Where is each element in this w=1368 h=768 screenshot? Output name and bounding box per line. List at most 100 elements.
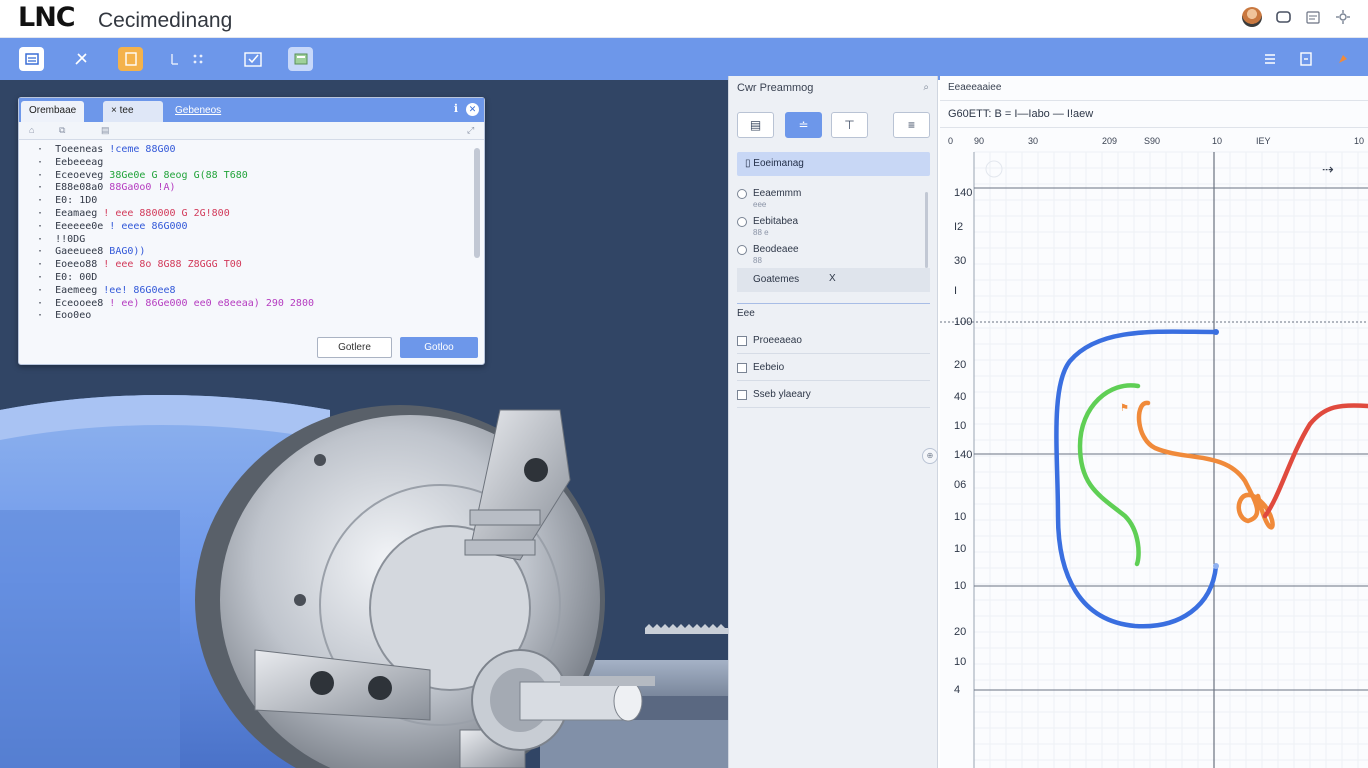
line-marker: ·: [25, 297, 56, 309]
section-label: Eee: [737, 308, 755, 319]
filter-chip[interactable]: Goatemes X: [737, 268, 930, 292]
ok-button[interactable]: Gotloo: [400, 337, 478, 358]
line-marker: ·: [25, 246, 56, 258]
toolpath-endpoint: [1213, 563, 1219, 569]
code-keyword: E88e08a0: [55, 182, 110, 194]
radio-option-2[interactable]: Eebitabea 88 e: [737, 214, 922, 240]
file-icon[interactable]: [118, 47, 143, 71]
x-tick-label: 10: [1354, 136, 1364, 146]
code-keyword: Eceoeveg: [55, 169, 110, 181]
x-tick-label: 209: [1102, 136, 1117, 146]
sort-button[interactable]: ≡: [893, 112, 930, 138]
radio-sublabel: 88: [753, 256, 762, 265]
checkbox-row-2[interactable]: Eebeio: [737, 355, 930, 381]
tab-close-icon[interactable]: ×: [111, 105, 120, 116]
lock-icon[interactable]: ⌂: [29, 125, 34, 135]
radio-button[interactable]: [737, 245, 747, 255]
view-list-button[interactable]: ▤: [737, 112, 774, 138]
code-keyword: Eeamaeg: [55, 207, 104, 219]
y-tick-label: 140: [954, 187, 972, 199]
info-icon[interactable]: ℹ: [454, 102, 458, 115]
radio-button[interactable]: [737, 217, 747, 227]
message-icon[interactable]: [1274, 8, 1292, 26]
list-icon[interactable]: [19, 47, 44, 71]
code-value: 38Ge0e G 8eog G(88 T680: [109, 169, 248, 181]
toolpath-endpoint: [1213, 329, 1219, 335]
search-icon[interactable]: ⌕: [923, 82, 929, 93]
x-tick-label: 10: [1212, 136, 1222, 146]
line-marker: ·: [25, 284, 56, 296]
checkbox-row-1[interactable]: Proeeaeao: [737, 328, 930, 354]
cancel-button[interactable]: Gotlere: [317, 337, 392, 358]
checkbox[interactable]: [737, 363, 747, 373]
tool-rack: [645, 624, 728, 634]
line-marker: ·: [25, 271, 56, 283]
grid-icon[interactable]: [166, 47, 210, 71]
y-tick-label: 20: [954, 359, 966, 371]
resize-handle-icon[interactable]: ⊕: [922, 448, 938, 464]
radio-option-1[interactable]: Eeaemmm eee: [737, 186, 922, 212]
dialog-tab-bar: Orembaae × tee Gebeneos ℹ ✕: [19, 98, 484, 122]
toolpath-series-3: [1136, 400, 1275, 530]
code-line: · E0: 00D: [25, 272, 475, 285]
line-marker: ·: [25, 233, 56, 245]
y-tick-label: 30: [954, 255, 966, 267]
checkbox-row-3[interactable]: Sseb ylaeary: [737, 382, 930, 408]
main-toolbar: [0, 38, 1368, 80]
y-tick-label: 40: [954, 391, 966, 403]
y-tick-label: 10: [954, 511, 966, 523]
checkbox-label: Proeeaeao: [753, 335, 802, 346]
y-tick-label: 4: [954, 684, 960, 696]
code-keyword: E0: 00D: [55, 271, 104, 283]
avatar[interactable]: [1242, 7, 1262, 27]
tab-tee[interactable]: × tee: [103, 101, 163, 122]
tab-orembaae[interactable]: Orembaae: [21, 101, 85, 122]
copy-icon[interactable]: ⧉: [59, 125, 65, 136]
code-scrollbar[interactable]: [474, 148, 480, 258]
view-detail-button[interactable]: ≐: [785, 112, 822, 138]
cut-icon[interactable]: [68, 47, 93, 71]
expand-icon[interactable]: ⤢: [467, 125, 474, 136]
direction-arrow-icon: ⇢: [1322, 162, 1334, 178]
tab-label: tee: [119, 105, 134, 116]
check-icon[interactable]: [240, 47, 265, 71]
filter-button[interactable]: ⊤: [831, 112, 868, 138]
pin-icon[interactable]: [1330, 47, 1355, 71]
save-icon[interactable]: [1257, 47, 1282, 71]
close-icon[interactable]: ✕: [466, 103, 479, 116]
selected-item[interactable]: ▯ Eoeimanag: [737, 152, 930, 176]
checkbox-label: Sseb ylaeary: [753, 389, 811, 400]
gcode-text-area[interactable]: · Toeeneas !ceme 88G00 · Eebeeeag · Eceo…: [25, 144, 475, 324]
paste-icon[interactable]: ▤: [101, 125, 110, 136]
y-tick-label: 06: [954, 479, 966, 491]
code-keyword: Eceooee8: [55, 297, 110, 309]
toolpath-plot[interactable]: 0 90 30 209 S90 10 IEY 10 140 I2 30 I 100 20 40 10 140 06…: [940, 76, 1368, 768]
radio-button[interactable]: [737, 189, 747, 199]
code-line: · Eeeeee0e ! eeee 86G000: [25, 221, 475, 234]
divider: [737, 303, 930, 304]
options-scrollbar[interactable]: [925, 192, 928, 268]
radio-label: Beodeaee: [753, 244, 799, 255]
y-tick-label: 20: [954, 626, 966, 638]
code-value: !ee! 86G0ee8: [103, 284, 176, 296]
doc-icon[interactable]: [1304, 8, 1322, 26]
checkbox[interactable]: [737, 336, 747, 346]
y-tick-label: 10: [954, 543, 966, 555]
code-keyword: Eeeeee0e: [55, 220, 110, 232]
radio-option-3[interactable]: Beodeaee 88: [737, 242, 922, 268]
export-icon[interactable]: [1293, 47, 1318, 71]
code-line: · Eoeeo88 ! eee 8o 8G88 Z8GGG T00: [25, 259, 475, 272]
app-logo: LNC: [18, 2, 76, 33]
checkbox[interactable]: [737, 390, 747, 400]
chip-close-icon[interactable]: X: [829, 273, 836, 284]
code-keyword: !!0DG: [55, 233, 92, 245]
x-tick-label: IEY: [1256, 136, 1271, 146]
image-icon[interactable]: [288, 47, 313, 71]
tab-gebeneos[interactable]: Gebeneos: [167, 101, 229, 122]
app-title: Cecimedinang: [98, 9, 233, 32]
header-actions: [1242, 7, 1352, 27]
line-marker: ·: [25, 220, 56, 232]
code-keyword: Toeeneas: [55, 144, 110, 155]
settings-icon[interactable]: [1334, 8, 1352, 26]
code-keyword: Eoo0eo: [55, 310, 98, 322]
